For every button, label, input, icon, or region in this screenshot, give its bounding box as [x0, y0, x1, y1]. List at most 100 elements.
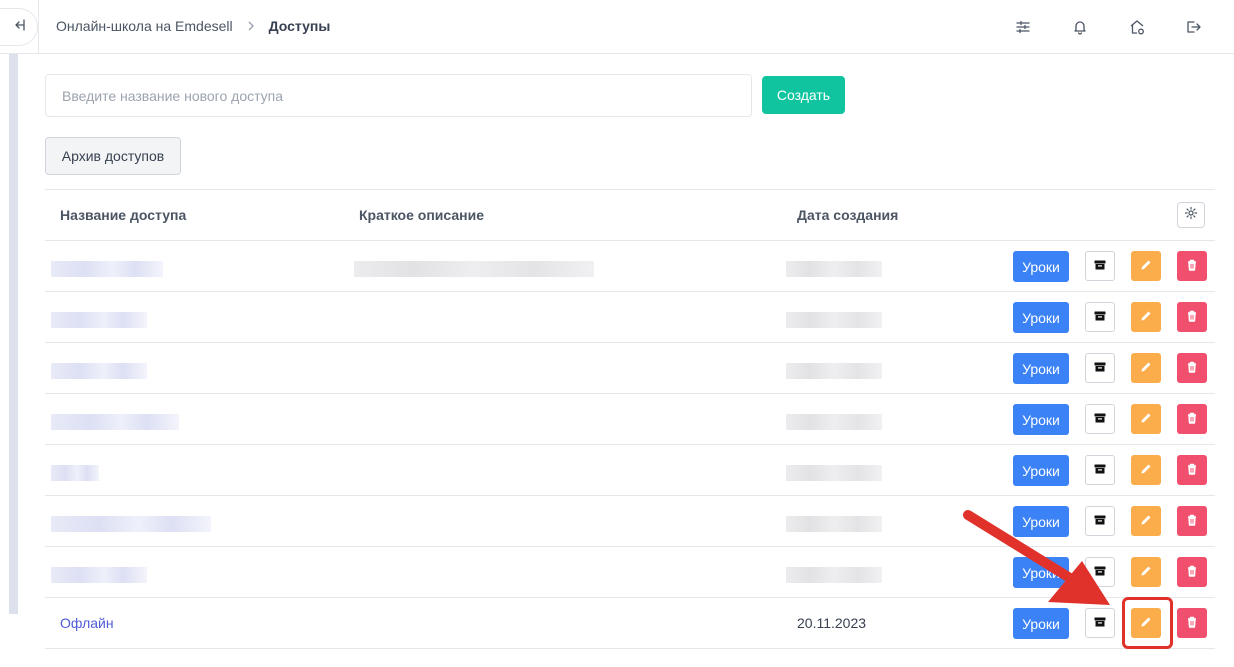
edit-button[interactable]	[1131, 557, 1161, 587]
breadcrumb-current: Доступы	[268, 18, 331, 34]
archive-button[interactable]	[1085, 353, 1115, 383]
creation-date: 20.11.2023	[797, 615, 867, 631]
logout-icon[interactable]	[1181, 15, 1205, 39]
redacted-name	[51, 465, 99, 481]
gear-icon	[1184, 206, 1198, 225]
pencil-icon	[1139, 513, 1153, 530]
table-row: Уроки	[45, 241, 1215, 292]
lessons-button[interactable]: Уроки	[1013, 608, 1069, 639]
edit-button[interactable]	[1131, 506, 1161, 536]
table-row: Уроки	[45, 445, 1215, 496]
archive-box-icon	[1093, 411, 1107, 428]
redacted-date	[786, 516, 882, 532]
redacted-name	[51, 516, 211, 532]
pencil-icon	[1139, 411, 1153, 428]
redacted-date	[786, 312, 882, 328]
redacted-date	[786, 261, 882, 277]
archive-button[interactable]	[1085, 557, 1115, 587]
redacted-name	[51, 567, 147, 583]
access-name-link[interactable]: Офлайн	[60, 615, 114, 631]
edit-button[interactable]	[1131, 404, 1161, 434]
archive-box-icon	[1093, 513, 1107, 530]
archive-button[interactable]	[1085, 302, 1115, 332]
column-header-date[interactable]: Дата создания	[797, 207, 898, 223]
collapse-sidebar-button[interactable]	[0, 8, 38, 46]
table-header: Название доступа Краткое описание Дата с…	[45, 189, 1215, 241]
home-settings-icon[interactable]	[1125, 15, 1149, 39]
redacted-name	[51, 363, 147, 379]
archive-button[interactable]	[1085, 455, 1115, 485]
table-row: Офлайн 20.11.2023 Уроки	[45, 598, 1215, 649]
lessons-button[interactable]: Уроки	[1013, 251, 1069, 282]
trash-icon	[1185, 309, 1199, 326]
create-button[interactable]: Создать	[762, 76, 845, 114]
delete-button[interactable]	[1177, 404, 1207, 434]
table-row: Уроки	[45, 292, 1215, 343]
trash-icon	[1185, 615, 1199, 632]
redacted-name	[51, 312, 147, 328]
lessons-button[interactable]: Уроки	[1013, 404, 1069, 435]
redacted-date	[786, 414, 882, 430]
pencil-icon	[1139, 309, 1153, 326]
archive-button[interactable]	[1085, 404, 1115, 434]
lessons-button[interactable]: Уроки	[1013, 455, 1069, 486]
lessons-button[interactable]: Уроки	[1013, 353, 1069, 384]
delete-button[interactable]	[1177, 608, 1207, 638]
trash-icon	[1185, 411, 1199, 428]
delete-button[interactable]	[1177, 557, 1207, 587]
delete-button[interactable]	[1177, 506, 1207, 536]
trash-icon	[1185, 462, 1199, 479]
table-body: Уроки Уроки Уроки Уроки Уроки Уроки Уроки Офлай…	[45, 241, 1215, 649]
redacted-date	[786, 465, 882, 481]
archive-button[interactable]	[1085, 608, 1115, 638]
table-settings-button[interactable]	[1177, 202, 1205, 228]
breadcrumb-root-link[interactable]: Онлайн-школа на Emdesell	[56, 18, 233, 34]
trash-icon	[1185, 360, 1199, 377]
sidebar-scrollbar[interactable]	[9, 54, 18, 614]
bell-icon[interactable]	[1068, 15, 1092, 39]
table-row: Уроки	[45, 394, 1215, 445]
delete-button[interactable]	[1177, 302, 1207, 332]
archive-box-icon	[1093, 258, 1107, 275]
collapse-sidebar-icon	[12, 18, 26, 37]
redacted-name	[51, 414, 179, 430]
redacted-date	[786, 363, 882, 379]
trash-icon	[1185, 564, 1199, 581]
access-table: Название доступа Краткое описание Дата с…	[45, 189, 1215, 649]
pencil-icon	[1139, 258, 1153, 275]
lessons-button[interactable]: Уроки	[1013, 506, 1069, 537]
table-row: Уроки	[45, 547, 1215, 598]
edit-button[interactable]	[1131, 455, 1161, 485]
archive-box-icon	[1093, 615, 1107, 632]
top-bar: Онлайн-школа на Emdesell Доступы	[0, 0, 1234, 54]
lessons-button[interactable]: Уроки	[1013, 557, 1069, 588]
archive-box-icon	[1093, 360, 1107, 377]
delete-button[interactable]	[1177, 251, 1207, 281]
column-header-name[interactable]: Название доступа	[60, 207, 186, 223]
new-access-name-input[interactable]	[45, 74, 752, 117]
chevron-right-icon	[247, 21, 255, 31]
column-header-description[interactable]: Краткое описание	[359, 207, 484, 223]
edit-button[interactable]	[1131, 251, 1161, 281]
lessons-button[interactable]: Уроки	[1013, 302, 1069, 333]
highlight-box-annotation	[1122, 597, 1173, 649]
access-archive-button[interactable]: Архив доступов	[45, 137, 181, 175]
redacted-description	[354, 261, 594, 277]
trash-icon	[1185, 513, 1199, 530]
pencil-icon	[1139, 360, 1153, 377]
breadcrumb: Онлайн-школа на Emdesell Доступы	[56, 18, 330, 34]
delete-button[interactable]	[1177, 353, 1207, 383]
pencil-icon	[1139, 462, 1153, 479]
archive-box-icon	[1093, 564, 1107, 581]
pencil-icon	[1139, 564, 1153, 581]
edit-button[interactable]	[1131, 353, 1161, 383]
edit-button[interactable]	[1131, 302, 1161, 332]
divider	[38, 0, 39, 54]
redacted-date	[786, 567, 882, 583]
delete-button[interactable]	[1177, 455, 1207, 485]
filter-sliders-icon[interactable]	[1011, 15, 1035, 39]
archive-button[interactable]	[1085, 251, 1115, 281]
archive-box-icon	[1093, 462, 1107, 479]
table-row: Уроки	[45, 496, 1215, 547]
archive-button[interactable]	[1085, 506, 1115, 536]
